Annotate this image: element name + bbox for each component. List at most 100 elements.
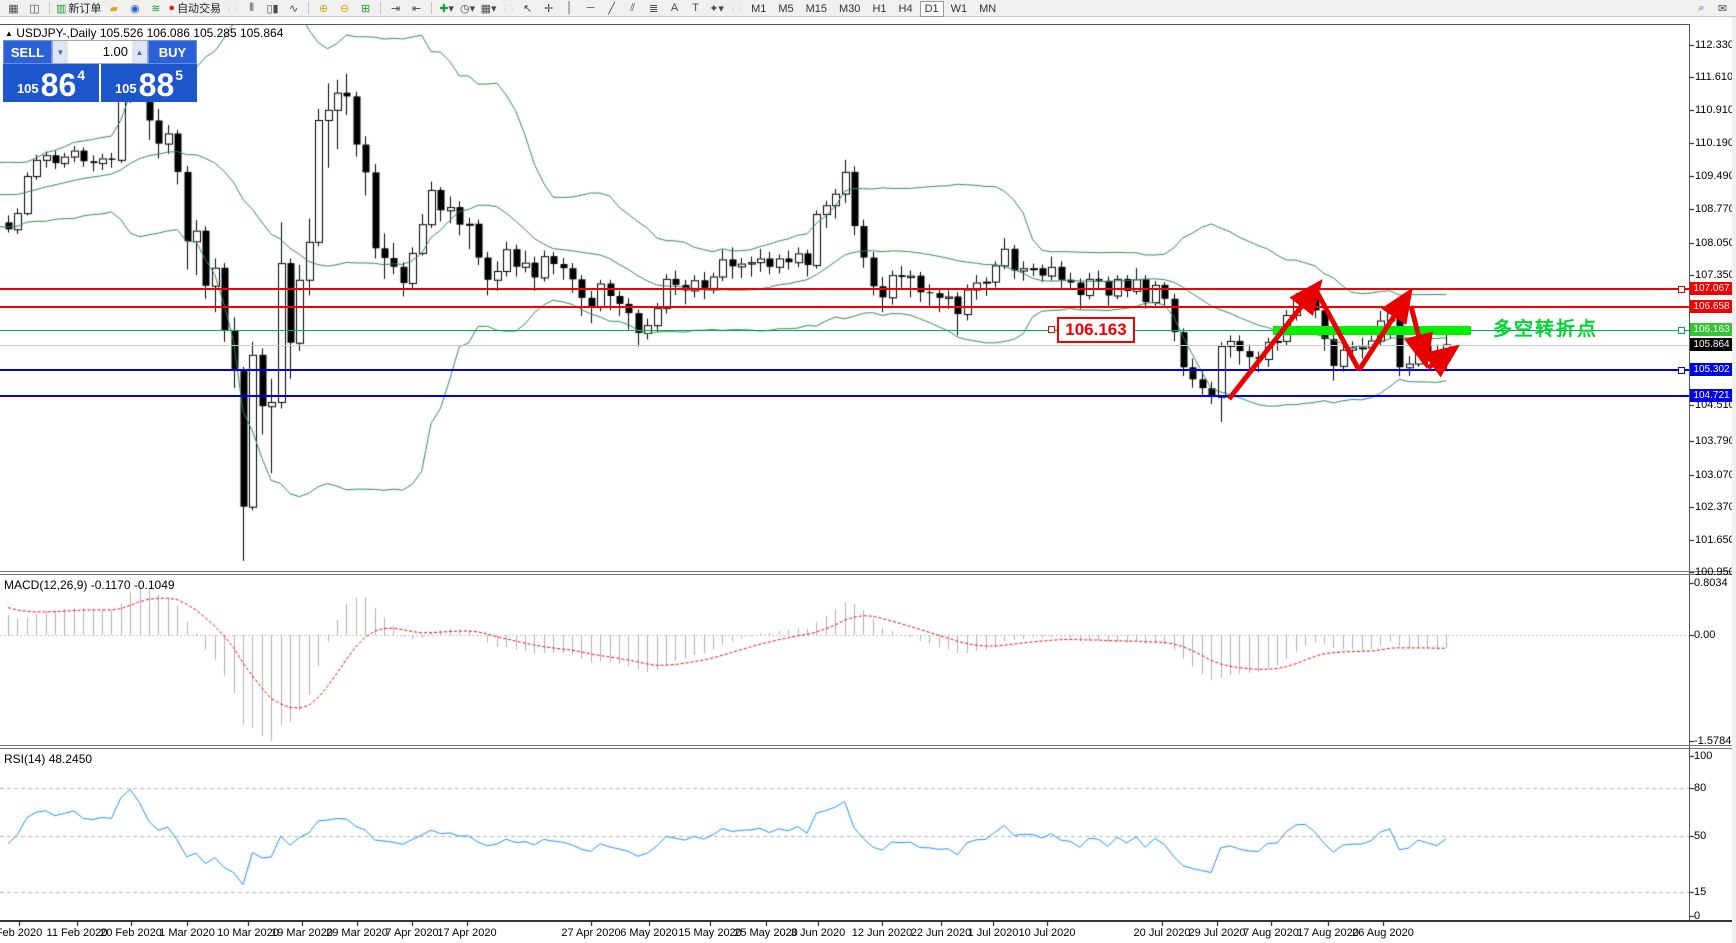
navigator-button[interactable]: ◉ (124, 1, 145, 16)
date-axis-label: 20 Jul 2020 (1134, 927, 1191, 939)
date-axis-label: 12 Jun 2020 (852, 927, 913, 939)
channel-icon: ⫽ (630, 2, 635, 15)
pane-separator[interactable] (0, 571, 1736, 572)
price-callout[interactable]: 106.163 (1057, 317, 1135, 343)
timeframe-H1[interactable]: H1 (867, 2, 891, 16)
vertical-line-button[interactable]: │ (559, 1, 580, 16)
callout-anchor-handle[interactable] (1048, 326, 1055, 333)
zoom-out-button[interactable]: ⊖ (334, 1, 355, 16)
pivot-line-106163-handle[interactable] (1678, 327, 1685, 334)
pane-separator[interactable] (0, 748, 1736, 749)
buy-price[interactable]: 105 88 5 (101, 64, 197, 102)
pane-separator[interactable] (0, 745, 1736, 746)
date-axis-label: 1 Jul 2020 (968, 927, 1019, 939)
chart-top-border (0, 24, 1689, 25)
rsi-axis-label: 80 (1694, 782, 1706, 794)
pivot-zone-bar[interactable] (1273, 326, 1471, 335)
buy-button[interactable]: BUY (148, 40, 197, 64)
cursor-button[interactable]: ↖ (517, 1, 538, 16)
pane-separator[interactable] (0, 574, 1736, 575)
new-order-label: 新订单 (68, 0, 101, 16)
rsi-axis-label: 15 (1694, 886, 1706, 898)
channel-button[interactable]: ⫽ (622, 1, 643, 16)
timeframe-bar: M1M5M15M30H1H4D1W1MN (745, 0, 1002, 17)
price-axis-label: 111.610 (1695, 71, 1733, 83)
rsi-label: RSI(14) (4, 752, 45, 766)
auto-scroll-button[interactable]: ⇥ (385, 1, 406, 16)
timeframe-M15[interactable]: M15 (801, 2, 832, 16)
timeframe-M30[interactable]: M30 (834, 2, 865, 16)
support-line-105302-handle[interactable] (1678, 367, 1685, 374)
timeframe-M1[interactable]: M1 (746, 2, 771, 16)
date-axis-label: Feb 2020 (0, 927, 42, 939)
date-axis-label: 17 Apr 2020 (437, 927, 496, 939)
search-button[interactable]: ⌕ (1691, 1, 1712, 16)
macd-axis-label: 0.8034 (1694, 577, 1728, 589)
line-chart-button[interactable]: ∿ (283, 1, 304, 16)
trendline-button[interactable]: ╱ (601, 1, 622, 16)
sell-price[interactable]: 105 86 4 (3, 64, 99, 102)
market-watch-button[interactable]: ▰ (103, 1, 124, 16)
price-axis-label: 108.050 (1695, 237, 1735, 249)
text-label-button[interactable]: T (685, 1, 706, 16)
signals-button[interactable]: ≋ (145, 1, 166, 16)
chart-canvas[interactable] (0, 0, 1736, 943)
support-line-105302[interactable] (0, 369, 1689, 371)
resistance-line-107067-handle[interactable] (1678, 286, 1685, 293)
templates-button[interactable]: ▦▾ (478, 1, 499, 16)
arrows-icon: ✦ (709, 2, 718, 15)
price-axis-label: 110.190 (1695, 137, 1734, 149)
text-button[interactable]: A (664, 1, 685, 16)
crosshair-icon: ✛ (544, 2, 553, 15)
arrows-button[interactable]: ✦▾ (706, 1, 727, 16)
horizontal-line-button[interactable]: ─ (580, 1, 601, 16)
chart-shift-button[interactable]: ⇤ (406, 1, 427, 16)
sell-button[interactable]: SELL (3, 40, 52, 64)
resistance-line-107067[interactable] (0, 288, 1689, 290)
autotrade-button[interactable]: ● 自动交易 (166, 1, 223, 16)
one-click-toggle-icon[interactable]: ▲ (5, 29, 13, 38)
pivot-annotation-text[interactable]: 多空转折点 (1493, 314, 1598, 341)
sell-price-big: 86 (41, 70, 77, 100)
timeframe-D1[interactable]: D1 (920, 1, 944, 17)
date-axis-label: 10 Jul 2020 (1019, 927, 1076, 939)
new-order-button[interactable]: ▥ 新订单 (54, 1, 103, 16)
current-price-line[interactable] (0, 345, 1689, 346)
price-axis-label: 110.910 (1695, 104, 1734, 116)
bar-chart-button[interactable]: ⫴ (241, 1, 262, 16)
tile-windows-button[interactable]: ⊞ (355, 1, 376, 16)
new-chart-button[interactable]: ▦ (3, 1, 24, 16)
timeframe-MN[interactable]: MN (974, 2, 1001, 16)
volume-down-button[interactable]: ▼ (53, 41, 68, 63)
zoom-in-icon: ⊕ (319, 2, 328, 15)
price-axis-label: 102.370 (1695, 501, 1735, 513)
indicators-button[interactable]: ✚▾ (436, 1, 457, 16)
new-chart-icon: ▦ (8, 2, 18, 15)
timeframe-W1[interactable]: W1 (946, 2, 973, 16)
chat-button[interactable]: ✉ (1712, 1, 1733, 16)
zoom-out-icon: ⊖ (340, 2, 349, 15)
toolbar-grip: ⋮⋮ (501, 4, 515, 13)
crosshair-button[interactable]: ✛ (538, 1, 559, 16)
timeframe-H4[interactable]: H4 (894, 2, 918, 16)
profiles-button[interactable]: ◫ (24, 1, 45, 16)
price-tag-107.067: 107.067 (1690, 282, 1733, 295)
hline-icon: ─ (587, 2, 595, 14)
toolbar-grip: ⋮⋮ (729, 4, 743, 13)
volume-input[interactable]: 1.00 (68, 41, 132, 63)
zoom-in-button[interactable]: ⊕ (313, 1, 334, 16)
auto-scroll-icon: ⇥ (391, 2, 400, 15)
autotrade-icon: ● (168, 2, 175, 14)
timeframe-M5[interactable]: M5 (773, 2, 798, 16)
resistance-line-106658[interactable] (0, 306, 1689, 308)
candlestick-button[interactable]: ▯▮ (262, 1, 283, 16)
macd-values: -0.1170 -0.1049 (91, 578, 175, 592)
fibonacci-button[interactable]: ≣ (643, 1, 664, 16)
volume-up-button[interactable]: ▲ (132, 41, 147, 63)
date-axis-label: 22 Jun 2020 (911, 927, 972, 939)
price-axis-label: 107.350 (1695, 269, 1735, 281)
support-line-104721[interactable] (0, 395, 1689, 397)
templates-icon: ▦ (481, 2, 491, 15)
periods-button[interactable]: ◷▾ (457, 1, 478, 16)
dropdown-icon: ▾ (448, 2, 454, 15)
